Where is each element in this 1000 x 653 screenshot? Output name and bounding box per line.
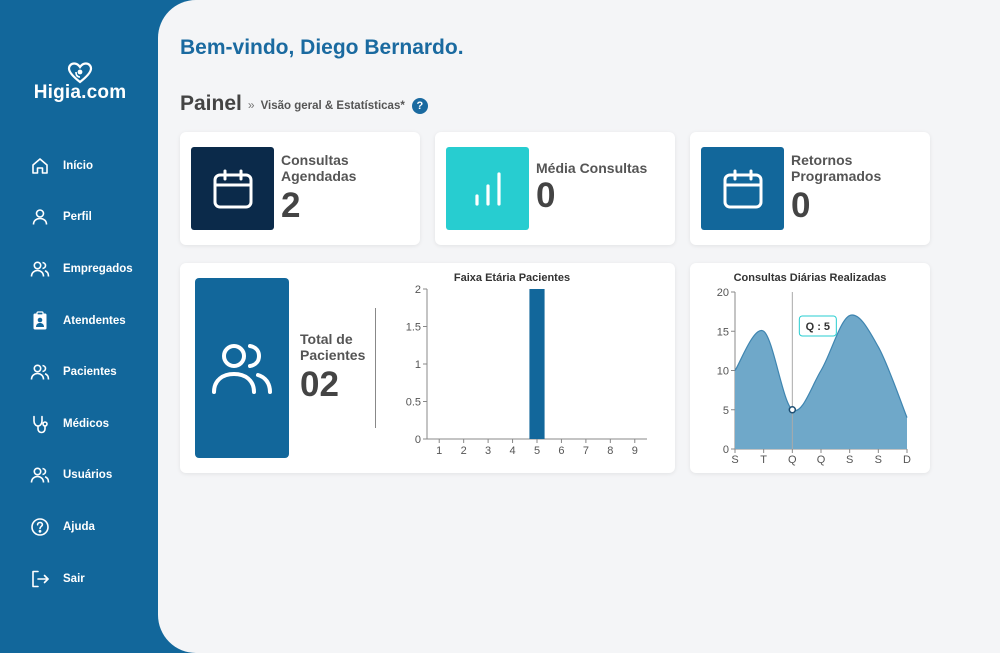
stat-label: Consultas Agendadas: [281, 152, 357, 184]
data-point[interactable]: [788, 406, 797, 414]
x-tick-label: 4: [509, 445, 515, 457]
y-tick-label: 10: [717, 366, 729, 378]
tooltip-text: Q : 5: [806, 321, 830, 333]
breadcrumb-separator: »: [247, 98, 255, 112]
chart-title: Consultas Diárias Realizadas: [734, 272, 887, 284]
stat-icon-box: [446, 147, 529, 230]
y-tick-label: 20: [717, 287, 729, 299]
logo[interactable]: Higia.com: [30, 62, 130, 104]
sidebar-item-pacientes[interactable]: Pacientes: [0, 346, 158, 398]
x-tick-label: S: [846, 454, 853, 466]
y-tick-label: 5: [723, 405, 729, 417]
calendar-icon: [213, 169, 252, 208]
users-icon: [30, 261, 50, 277]
x-tick-label: 6: [558, 445, 564, 457]
patients-icon-box: [195, 278, 289, 458]
daily-consultations-card: Consultas Diárias Realizadas 0 5 10 15 20 S T…: [690, 263, 930, 473]
users-icon: [30, 467, 50, 483]
x-tick-label: Q: [817, 454, 826, 466]
stat-icon-box: [191, 147, 274, 230]
stethoscope-icon: [33, 415, 48, 434]
x-tick-label: S: [875, 454, 882, 466]
page-title: Painel: [180, 92, 242, 115]
sidebar-item-empregados[interactable]: Empregados: [0, 243, 158, 295]
users-icon: [30, 364, 50, 380]
help-circle-icon: [31, 518, 49, 536]
sidebar-item-atendentes[interactable]: Atendentes: [0, 295, 158, 347]
y-tick-label: 0: [415, 434, 421, 446]
x-tick-label: 3: [485, 445, 491, 457]
y-tick-label: 15: [717, 326, 729, 338]
stat-value: 0: [791, 186, 811, 225]
bar-chart-icon: [474, 171, 501, 206]
x-tick-label: 1: [436, 445, 442, 457]
sidebar-item-sair[interactable]: Sair: [0, 553, 158, 605]
sidebar-item-label: Médicos: [63, 417, 110, 430]
sidebar-item-label: Pacientes: [63, 366, 117, 379]
y-tick-label: 0: [723, 444, 729, 456]
heart-stethoscope-icon: [67, 62, 93, 84]
logo-text: Higia.com: [33, 82, 127, 103]
daily-consultations-chart: Consultas Diárias Realizadas 0 5 10 15 20 S T…: [717, 272, 911, 466]
x-tick-label: 9: [632, 445, 638, 457]
sidebar-item-perfil[interactable]: Perfil: [0, 192, 158, 244]
patients-value: 02: [300, 365, 339, 404]
x-tick-label: T: [760, 454, 767, 466]
stat-value: 0: [536, 176, 556, 215]
sidebar-item-inicio[interactable]: Início: [0, 140, 158, 192]
x-tick-label: Q: [788, 454, 797, 466]
stat-label: Retornos Programados: [791, 152, 882, 184]
x-tick-label: D: [903, 454, 911, 466]
patients-label: Total de Pacientes: [300, 331, 366, 363]
user-icon: [32, 209, 48, 225]
logout-icon: [32, 570, 49, 587]
stat-card-media-consultas: Média Consultas 0: [435, 132, 675, 245]
y-tick-label: 1.5: [406, 322, 421, 334]
clipboard-user-icon: [33, 310, 47, 330]
x-tick-label: S: [731, 454, 738, 466]
bar[interactable]: [529, 289, 545, 439]
breadcrumb: Painel » Visão geral & Estatísticas* ?: [180, 92, 428, 116]
sidebar-item-ajuda[interactable]: Ajuda: [0, 501, 158, 553]
stat-value: 2: [281, 186, 301, 225]
sidebar: Higia.com Início Perfil Empregados Atend…: [0, 0, 180, 653]
welcome-heading: Bem-vindo, Diego Bernardo.: [180, 36, 464, 59]
users-icon: [212, 344, 272, 394]
sidebar-item-label: Ajuda: [63, 520, 95, 533]
y-tick-label: 1: [415, 359, 421, 371]
sidebar-item-label: Atendentes: [63, 314, 126, 327]
divider: [375, 308, 376, 428]
sidebar-item-label: Usuários: [63, 469, 113, 482]
sidebar-nav: Início Perfil Empregados Atendentes Paci…: [0, 140, 158, 604]
y-tick-label: 0.5: [406, 397, 421, 409]
sidebar-item-medicos[interactable]: Médicos: [0, 398, 158, 450]
x-tick-label: 5: [534, 445, 540, 457]
stat-label: Média Consultas: [536, 160, 648, 176]
patients-card: Total de Pacientes 02 Faixa Etária Pacie…: [180, 263, 675, 473]
sidebar-item-label: Perfil: [63, 211, 92, 224]
help-button[interactable]: ?: [411, 97, 428, 114]
sidebar-item-usuarios[interactable]: Usuários: [0, 450, 158, 502]
stat-card-consultas-agendadas: Consultas Agendadas 2: [180, 132, 420, 245]
calendar-icon: [723, 169, 762, 208]
main-content: Bem-vindo, Diego Bernardo. Painel » Visã…: [158, 0, 1000, 653]
age-range-chart: Faixa Etária Pacientes 0 0.5 1 1.5 2 1 2 3 4 5 6 7…: [406, 272, 647, 457]
home-icon: [32, 157, 48, 174]
stat-icon-box: [701, 147, 784, 230]
sidebar-item-label: Sair: [63, 572, 85, 585]
x-tick-label: 8: [607, 445, 613, 457]
page-subtitle: Visão geral & Estatísticas*: [260, 99, 405, 112]
stat-card-retornos-programados: Retornos Programados 0: [690, 132, 930, 245]
chart-title: Faixa Etária Pacientes: [454, 272, 570, 284]
x-tick-label: 7: [583, 445, 589, 457]
sidebar-item-label: Empregados: [63, 262, 133, 275]
y-tick-label: 2: [415, 284, 421, 296]
sidebar-item-label: Início: [63, 159, 94, 172]
x-tick-label: 2: [461, 445, 467, 457]
